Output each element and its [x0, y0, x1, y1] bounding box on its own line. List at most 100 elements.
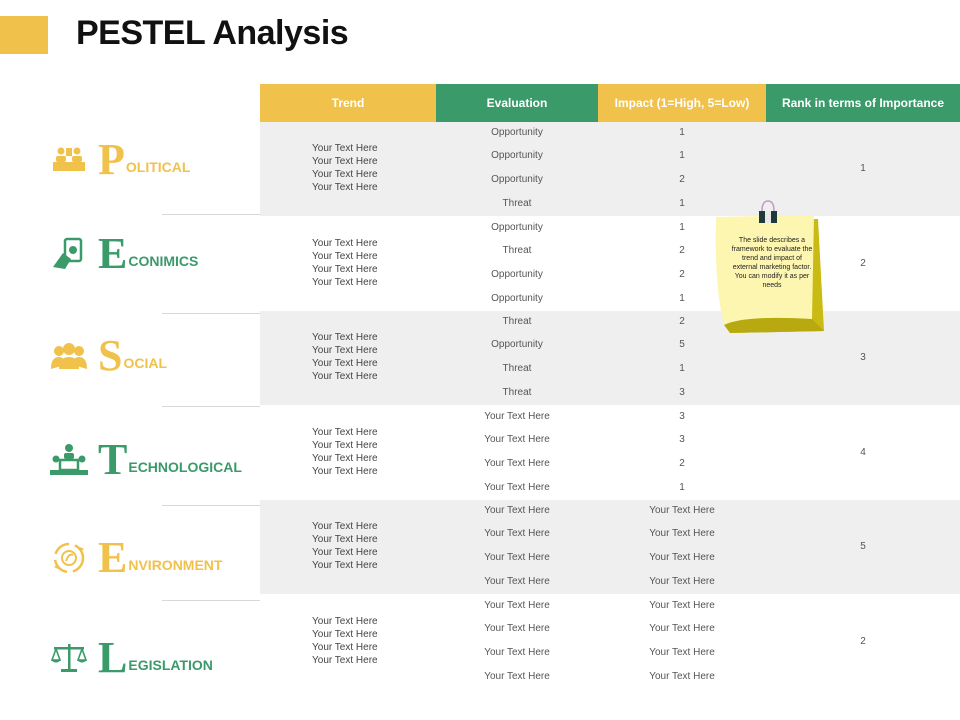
evaluation-cell: Opportunity — [491, 127, 543, 138]
pestel-label-echnological: T ECHNOLOGICAL — [50, 430, 242, 490]
trend-cell: Your Text Here Your Text Here Your Text He… — [260, 615, 436, 667]
evaluation-cell: Your Text Here — [484, 622, 550, 634]
evaluation-cell: Your Text Here — [484, 528, 550, 539]
impact-cell: 1 — [679, 363, 685, 374]
rank-cell: 5 — [860, 541, 866, 552]
pestel-label-nvironment: E NVIRONMENT — [50, 528, 222, 588]
evaluation-cell: Your Text Here — [484, 646, 550, 658]
pestel-label-egislation: L EGISLATION — [50, 628, 213, 688]
impact-cell: 3 — [679, 410, 685, 422]
evaluation-cell: Your Text Here — [484, 505, 550, 516]
header-impact: Impact (1=High, 5=Low) — [598, 84, 766, 122]
evaluation-cell: Your Text Here — [484, 670, 550, 682]
impact-cell: 2 — [679, 174, 685, 185]
trend-line: Your Text Here — [312, 641, 378, 653]
row-divider — [162, 214, 260, 215]
trend-line: Your Text Here — [312, 426, 378, 438]
impact-cell: 1 — [679, 127, 685, 138]
header-evaluation: Evaluation — [436, 84, 598, 122]
impact-cell: 1 — [679, 198, 685, 209]
impact-cell: 2 — [679, 457, 685, 469]
label-rest: NVIRONMENT — [128, 557, 223, 573]
evaluation-cell: Your Text Here — [484, 599, 550, 611]
trend-line: Your Text Here — [312, 465, 378, 477]
trend-line: Your Text Here — [312, 332, 378, 343]
trend-cell: Your Text Here Your Text Here Your Text He… — [260, 331, 436, 383]
impact-cell: Your Text Here — [649, 528, 715, 539]
trend-line: Your Text Here — [312, 654, 378, 666]
trend-line: Your Text Here — [312, 182, 378, 193]
trend-cell: Your Text Here Your Text Here Your Text He… — [260, 142, 436, 194]
money-hand-icon — [50, 237, 88, 271]
impact-cell: Your Text Here — [649, 576, 715, 587]
trend-line: Your Text Here — [312, 547, 378, 558]
evaluation-cell: Your Text Here — [484, 410, 550, 422]
trend-line: Your Text Here — [312, 615, 378, 627]
label-rest: CONIMICS — [128, 253, 199, 269]
note-text: The slide describes a framework to evalu… — [731, 237, 813, 289]
evaluation-cell: Your Text Here — [484, 576, 550, 587]
trend-line: Your Text Here — [312, 628, 378, 640]
row-divider — [162, 313, 260, 314]
impact-cell: Your Text Here — [649, 646, 715, 658]
trend-line: Your Text Here — [312, 345, 378, 356]
row-divider — [162, 406, 260, 407]
evaluation-cell: Threat — [502, 244, 532, 256]
evaluation-cell: Your Text Here — [484, 552, 550, 563]
rank-cell: 3 — [860, 352, 866, 363]
trend-line: Your Text Here — [312, 156, 378, 167]
evaluation-cell: Opportunity — [491, 174, 543, 185]
label-rest: ECHNOLOGICAL — [128, 459, 242, 475]
row-divider — [162, 600, 260, 601]
evaluation-cell: Threat — [502, 198, 532, 209]
binder-clip-icon — [759, 200, 777, 223]
trend-line: Your Text Here — [312, 169, 378, 180]
evaluation-cell: Opportunity — [491, 268, 543, 280]
trend-line: Your Text Here — [312, 276, 378, 288]
trend-line: Your Text Here — [312, 534, 378, 545]
trend-cell: Your Text Here Your Text Here Your Text He… — [260, 520, 436, 572]
label-initial: P — [98, 135, 125, 184]
title-accent-bar — [0, 16, 48, 54]
rank-cell: 2 — [860, 635, 866, 647]
trend-line: Your Text Here — [312, 371, 378, 382]
trend-line: Your Text Here — [312, 237, 378, 249]
impact-cell: Your Text Here — [649, 670, 715, 682]
evaluation-cell: Threat — [502, 363, 532, 374]
trend-line: Your Text Here — [312, 263, 378, 275]
trend-line: Your Text Here — [312, 143, 378, 154]
trend-line: Your Text Here — [312, 560, 378, 571]
rank-cell: 1 — [860, 163, 866, 174]
meeting-icon — [50, 143, 88, 177]
label-initial: E — [98, 533, 128, 582]
label-rest: OCIAL — [123, 355, 168, 371]
trend-line: Your Text Here — [312, 521, 378, 532]
rank-cell: 4 — [860, 446, 866, 458]
label-initial: E — [98, 229, 128, 278]
team-computer-icon — [50, 443, 88, 477]
evaluation-cell: Threat — [502, 316, 532, 327]
impact-cell: Your Text Here — [649, 552, 715, 563]
header-trend: Trend — [260, 84, 436, 122]
impact-cell: 3 — [679, 387, 685, 398]
evaluation-cell: Opportunity — [491, 221, 543, 233]
evaluation-cell: Opportunity — [491, 150, 543, 161]
impact-cell: 1 — [679, 481, 685, 493]
impact-cell: 1 — [679, 150, 685, 161]
evaluation-cell: Your Text Here — [484, 457, 550, 469]
trend-line: Your Text Here — [312, 358, 378, 369]
impact-cell: Your Text Here — [649, 505, 715, 516]
trend-line: Your Text Here — [312, 439, 378, 451]
scales-icon — [50, 641, 88, 675]
people-group-icon — [50, 339, 88, 373]
evaluation-cell: Opportunity — [491, 339, 543, 350]
label-rest: EGISLATION — [128, 657, 213, 673]
impact-cell: Your Text Here — [649, 599, 715, 611]
impact-cell: 3 — [679, 433, 685, 445]
trend-line: Your Text Here — [312, 452, 378, 464]
pestel-label-ocial: S OCIAL — [50, 326, 167, 386]
impact-cell: 5 — [679, 339, 685, 350]
label-initial: S — [98, 331, 123, 380]
trend-cell: Your Text Here Your Text Here Your Text He… — [260, 237, 436, 289]
label-initial: T — [98, 435, 128, 484]
